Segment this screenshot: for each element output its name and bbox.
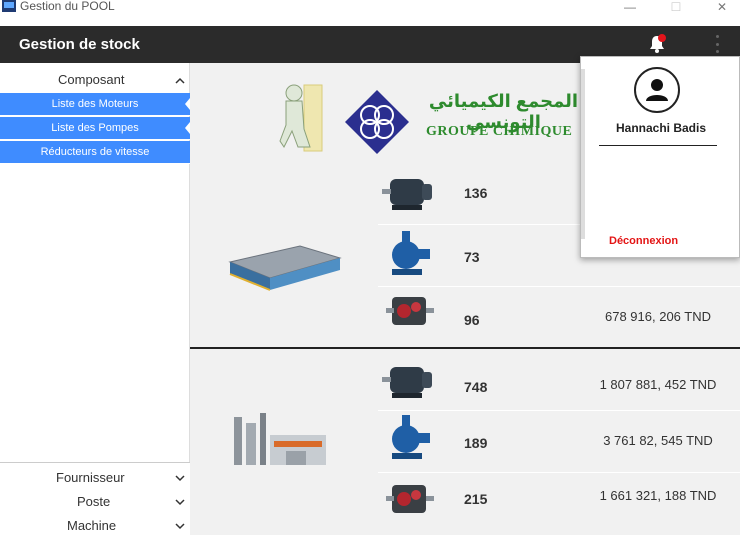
warehouse-icon xyxy=(228,245,342,291)
chevron-up-icon xyxy=(175,77,185,84)
logout-button[interactable]: Déconnexion xyxy=(609,235,678,247)
sidebar-item-label: Liste des Pompes xyxy=(51,122,139,134)
table-row[interactable]: 215 1 661 321, 188 TND xyxy=(378,473,740,533)
group-divider xyxy=(190,347,740,349)
logo-latin-text: GROUPE CHIMIQUE xyxy=(426,124,573,139)
stock-quantity: 189 xyxy=(464,435,488,451)
table-row[interactable]: 748 1 807 881, 452 TND xyxy=(378,355,740,415)
stock-value: 1 807 881, 452 TND xyxy=(599,377,717,392)
motor-icon xyxy=(382,179,432,210)
user-name: Hannachi Badis xyxy=(615,121,707,135)
sidebar-section-poste[interactable]: Poste xyxy=(0,490,190,512)
sidebar: Composant Liste des Moteurs Liste des Po… xyxy=(0,63,190,535)
sidebar-section-label: Machine xyxy=(67,518,117,533)
gear-reducer-icon xyxy=(386,297,434,325)
stock-quantity: 748 xyxy=(464,379,488,395)
divider xyxy=(599,145,717,146)
popup-scrollbar[interactable] xyxy=(581,69,585,239)
factory-icon xyxy=(234,413,326,465)
notification-badge xyxy=(658,34,666,42)
maximize-button[interactable]: ☐ xyxy=(653,0,699,14)
window-title: Gestion du POOL xyxy=(20,0,115,13)
chevron-down-icon xyxy=(175,499,185,506)
stock-quantity: 96 xyxy=(464,312,480,328)
sidebar-section-label: Composant xyxy=(58,72,125,87)
user-menu-popup: Hannachi Badis Déconnexion xyxy=(580,56,740,258)
more-menu-icon[interactable] xyxy=(716,35,720,53)
sidebar-section-label: Poste xyxy=(77,494,111,509)
motor-icon xyxy=(382,367,432,398)
sidebar-section-composant[interactable]: Composant xyxy=(0,69,190,91)
chevron-down-icon xyxy=(175,523,185,530)
close-button[interactable]: ✕ xyxy=(699,0,740,14)
sidebar-item-moteurs[interactable]: Liste des Moteurs xyxy=(0,93,190,116)
worker-figure-icon xyxy=(279,84,323,152)
sidebar-item-label: Liste des Moteurs xyxy=(51,98,139,110)
stock-quantity: 136 xyxy=(464,185,488,201)
sidebar-bottom-menu: Fournisseur Poste Machine xyxy=(0,462,190,535)
sidebar-section-label: Fournisseur xyxy=(56,470,125,485)
sidebar-section-machine[interactable]: Machine xyxy=(0,514,190,536)
groupe-chimique-emblem-icon xyxy=(345,90,409,154)
stock-quantity: 73 xyxy=(464,249,480,265)
sidebar-item-pompes[interactable]: Liste des Pompes xyxy=(0,117,190,140)
page-title: Gestion de stock xyxy=(19,36,140,53)
minimize-button[interactable]: — xyxy=(607,0,653,14)
pump-icon xyxy=(392,231,430,275)
stock-value: 1 661 321, 188 TND xyxy=(599,488,717,503)
app-icon xyxy=(2,0,16,12)
window-titlebar: Gestion du POOL — ☐ ✕ xyxy=(0,0,740,26)
table-row[interactable]: 96 678 916, 206 TND xyxy=(378,287,740,347)
sidebar-item-reducteurs[interactable]: Réducteurs de vitesse xyxy=(0,141,190,164)
chevron-down-icon xyxy=(175,475,185,482)
gear-reducer-icon xyxy=(386,485,434,513)
sidebar-item-label: Réducteurs de vitesse xyxy=(40,146,150,158)
user-avatar-icon xyxy=(634,67,680,113)
stock-value: 3 761 82, 545 TND xyxy=(603,433,713,448)
pump-icon xyxy=(392,415,430,459)
table-row[interactable]: 189 3 761 82, 545 TND xyxy=(378,411,740,471)
stock-value: 678 916, 206 TND xyxy=(605,309,711,324)
stock-quantity: 215 xyxy=(464,491,488,507)
sidebar-section-fournisseur[interactable]: Fournisseur xyxy=(0,466,190,488)
